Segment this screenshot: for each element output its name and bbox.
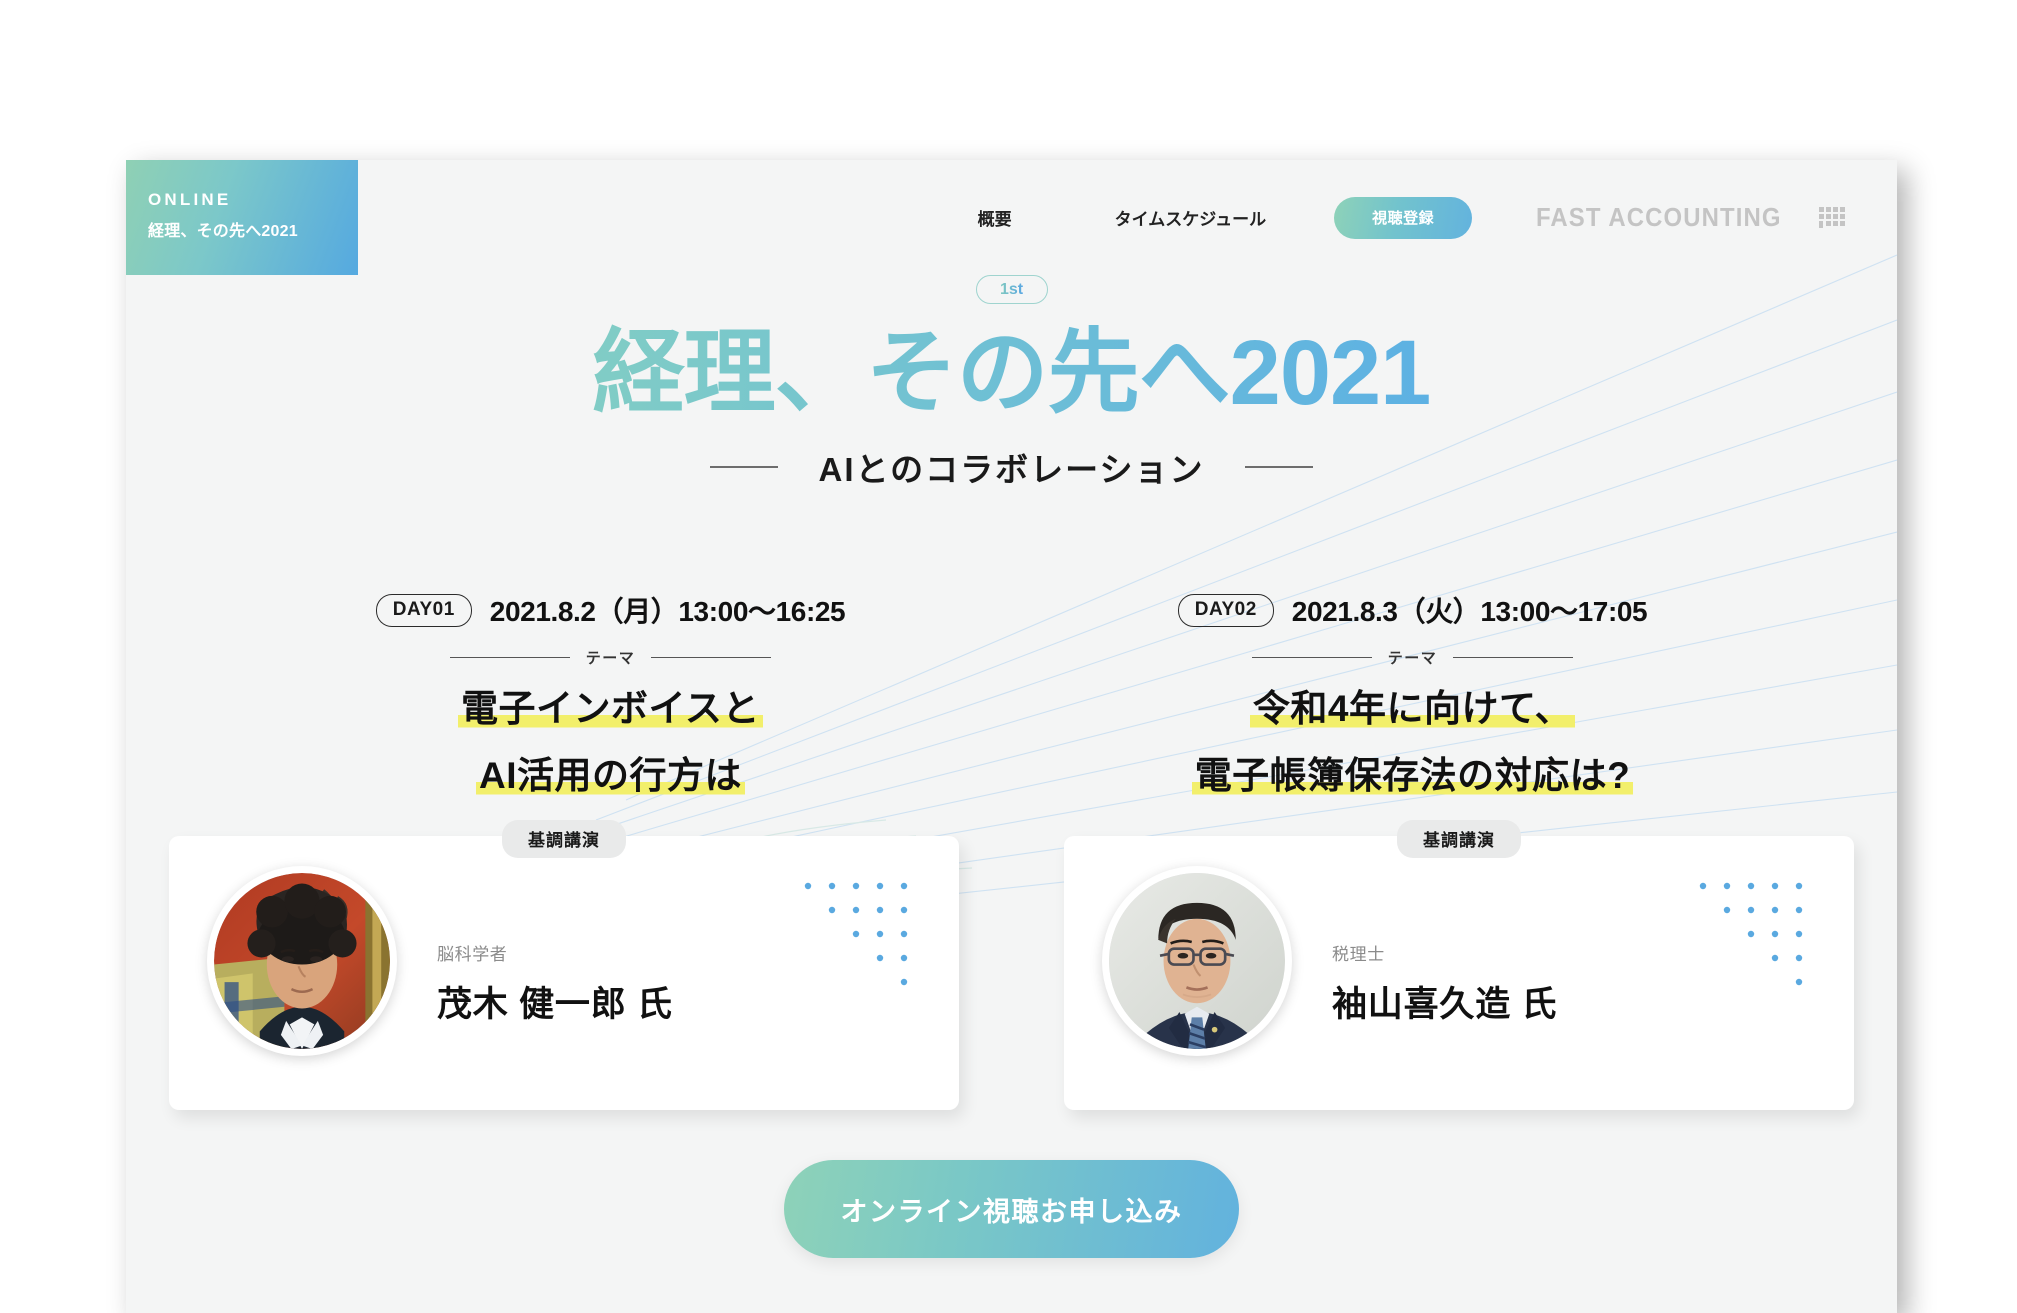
day-chip: DAY02 <box>1177 593 1274 627</box>
site-header: ONLINE 経理、その先へ2021 概要 タイムスケジュール 視聴登録 FAS… <box>126 160 1897 275</box>
brand-badge[interactable]: ONLINE 経理、その先へ2021 <box>126 160 358 275</box>
pixel-speech-bubble-icon <box>1819 206 1845 228</box>
day-theme-section: DAY01 2021.8.2（月）13:00〜16:25 テーマ 電子インボイス… <box>126 590 1897 803</box>
keynote-badge: 基調講演 <box>502 820 626 858</box>
nav-item-schedule[interactable]: タイムスケジュール <box>1115 205 1266 230</box>
hero-section: 1st 経理、その先へ2021 AIとのコラボレーション <box>126 275 1897 491</box>
avatar <box>1102 866 1292 1056</box>
theme-rule-right <box>651 656 772 659</box>
speaker-text: 脳科学者 茂木 健一郎 氏 <box>437 940 673 1027</box>
subtitle-rule-right <box>1244 466 1313 469</box>
keynote-badge: 基調講演 <box>1397 820 1521 858</box>
edition-badge-label: 1st <box>999 280 1024 298</box>
theme-text-line-1: 電子インボイスと <box>348 682 873 735</box>
cta-section: オンライン視聴お申し込み <box>126 1160 1897 1258</box>
portrait-photo-avatar <box>1109 873 1285 1049</box>
theme-text-line-2: AI活用の行方は <box>348 749 873 802</box>
portrait-photo-avatar <box>214 873 390 1049</box>
speaker-name: 袖山喜久造 氏 <box>1332 985 1558 1024</box>
theme-rule-right <box>1453 656 1574 659</box>
theme-text: 令和4年に向けて、 <box>1249 688 1576 729</box>
nav-item-overview[interactable]: 概要 <box>978 205 1012 230</box>
speaker-card-body: 税理士 袖山喜久造 氏 <box>1064 836 1854 1110</box>
theme-label: テーマ <box>585 650 636 667</box>
main-navigation: 概要 タイムスケジュール 視聴登録 FAST ACCOUNTING <box>978 160 1897 275</box>
dot-pattern-decoration <box>1699 882 1803 986</box>
company-logo[interactable]: FAST ACCOUNTING <box>1536 202 1849 233</box>
theme-text-line-1: 令和4年に向けて、 <box>1150 682 1675 735</box>
theme-text: AI活用の行方は <box>476 755 745 797</box>
browser-page-canvas: ONLINE 経理、その先へ2021 概要 タイムスケジュール 視聴登録 FAS… <box>126 160 1897 1313</box>
day-date: 2021.8.3（火）13:00〜17:05 <box>1291 596 1648 627</box>
speaker-name: 茂木 健一郎 氏 <box>437 985 673 1024</box>
brand-online-label: ONLINE <box>148 190 232 209</box>
day-header: DAY02 2021.8.3（火）13:00〜17:05 <box>1150 590 1675 630</box>
theme-text: 電子帳簿保存法の対応は? <box>1191 755 1634 797</box>
edition-badge: 1st <box>975 275 1048 304</box>
day-chip: DAY01 <box>375 593 472 627</box>
online-apply-button[interactable]: オンライン視聴お申し込み <box>784 1160 1239 1258</box>
speaker-text: 税理士 袖山喜久造 氏 <box>1332 940 1557 1027</box>
hero-subtitle-row: AIとのコラボレーション <box>126 443 1897 491</box>
brand-subtitle-label: 経理、その先へ2021 <box>148 223 298 240</box>
subtitle-rule-left <box>710 466 779 469</box>
speaker-card-body: 脳科学者 茂木 健一郎 氏 <box>169 836 959 1110</box>
company-name-text: FAST ACCOUNTING <box>1536 202 1782 232</box>
theme-text-line-2: 電子帳簿保存法の対応は? <box>1150 749 1675 802</box>
theme-text: 電子インボイスと <box>458 688 763 729</box>
speaker-role: 脳科学者 <box>437 945 508 964</box>
day-header: DAY01 2021.8.2（月）13:00〜16:25 <box>348 590 873 630</box>
speaker-card-day01[interactable]: 基調講演 脳科学者 茂木 健一郎 氏 <box>169 820 959 1110</box>
avatar <box>207 866 397 1056</box>
theme-label: テーマ <box>1387 650 1438 667</box>
theme-rule-left <box>1251 656 1372 659</box>
speaker-cards-section: 基調講演 脳科学者 茂木 健一郎 氏 基調講演 税理士 袖山喜久造 氏 <box>126 820 1897 1110</box>
dot-pattern-decoration <box>804 882 908 986</box>
theme-rule-left <box>449 656 570 659</box>
hero-subtitle: AIとのコラボレーション <box>818 451 1205 489</box>
day-column-02: DAY02 2021.8.3（火）13:00〜17:05 テーマ 令和4年に向け… <box>1150 590 1675 803</box>
speaker-card-day02[interactable]: 基調講演 税理士 袖山喜久造 氏 <box>1064 820 1854 1110</box>
theme-divider: テーマ <box>348 647 873 668</box>
page-title: 経理、その先へ2021 <box>126 322 1897 425</box>
day-date: 2021.8.2（月）13:00〜16:25 <box>489 596 846 627</box>
day-column-01: DAY01 2021.8.2（月）13:00〜16:25 テーマ 電子インボイス… <box>348 590 873 803</box>
theme-divider: テーマ <box>1150 647 1675 668</box>
speaker-role: 税理士 <box>1332 945 1385 964</box>
register-button[interactable]: 視聴登録 <box>1334 196 1473 239</box>
